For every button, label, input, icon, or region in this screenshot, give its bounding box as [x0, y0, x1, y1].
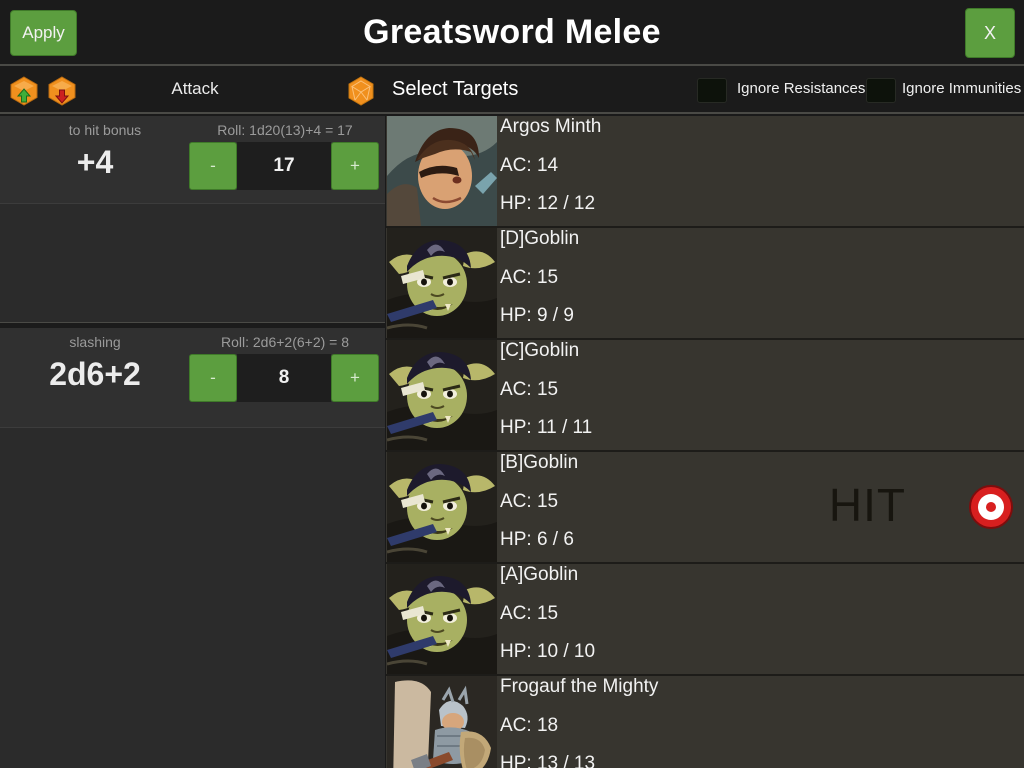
d20-icon[interactable] — [346, 76, 376, 106]
target-name: [A]Goblin — [500, 564, 579, 585]
d20-disadvantage-icon[interactable] — [46, 76, 78, 106]
attack-decrement-button[interactable]: - — [189, 142, 237, 190]
table-row[interactable]: Frogauf the Mighty AC: 18 HP: 13 / 13 — [386, 676, 1024, 768]
ignore-immunities-checkbox[interactable] — [866, 78, 896, 103]
target-hp: HP: 11 / 11 — [500, 417, 593, 438]
roll-panel: to hit bonus +4 Roll: 1d20(13)+4 = 17 - … — [0, 116, 385, 768]
target-marker-icon[interactable] — [968, 484, 1014, 530]
damage-decrement-button[interactable]: - — [189, 354, 237, 402]
goblin-portrait — [387, 340, 497, 450]
ignore-resistances-checkbox[interactable] — [697, 78, 727, 103]
target-name: [B]Goblin — [500, 452, 579, 473]
ignore-resistances-label: Ignore Resistances — [737, 80, 866, 97]
attack-roll-row: to hit bonus +4 Roll: 1d20(13)+4 = 17 - … — [0, 116, 385, 204]
attack-result-value[interactable]: 17 — [237, 142, 331, 190]
goblin-portrait — [387, 564, 497, 674]
attack-result-stepper: - 17 + — [189, 142, 379, 190]
title-bar: Apply Greatsword Melee X — [0, 0, 1024, 66]
target-name: Argos Minth — [500, 116, 602, 137]
damage-type-label: slashing — [69, 334, 121, 350]
status-badge: HIT — [828, 479, 906, 531]
target-ac: AC: 14 — [500, 155, 559, 176]
damage-increment-button[interactable]: + — [331, 354, 379, 402]
target-ac: AC: 15 — [500, 379, 559, 400]
table-row[interactable]: [A]Goblin AC: 15 HP: 10 / 10 — [386, 564, 1024, 676]
target-list[interactable]: Argos Minth AC: 14 HP: 12 / 12 [D]Goblin AC… — [386, 116, 1024, 768]
attack-increment-button[interactable]: + — [331, 142, 379, 190]
table-row[interactable]: [D]Goblin AC: 15 HP: 9 / 9 — [386, 228, 1024, 340]
hero-portrait — [387, 116, 497, 226]
target-hp: HP: 10 / 10 — [500, 641, 596, 662]
damage-roll-text: Roll: 2d6+2(6+2) = 8 — [220, 334, 350, 350]
goblin-portrait — [387, 340, 497, 450]
target-name: [D]Goblin — [500, 228, 580, 249]
damage-extra-area — [0, 429, 385, 768]
attack-roll-text: Roll: 1d20(13)+4 = 17 — [217, 122, 353, 138]
target-ac: AC: 18 — [500, 715, 559, 736]
target-name: [C]Goblin — [500, 340, 580, 361]
target-hp: HP: 9 / 9 — [500, 305, 574, 326]
attack-dialog: Apply Greatsword Melee X Attack Select T… — [0, 0, 1024, 768]
d20-advantage-icon[interactable] — [8, 76, 40, 106]
attack-extra-area — [0, 205, 385, 322]
goblin-portrait — [387, 228, 497, 338]
goblin-portrait — [387, 452, 497, 562]
goblin-portrait — [387, 228, 497, 338]
goblin-portrait — [387, 564, 497, 674]
target-hp: HP: 13 / 13 — [500, 753, 596, 768]
target-ac: AC: 15 — [500, 267, 559, 288]
damage-result-value[interactable]: 8 — [237, 354, 331, 402]
damage-formula-value: 2d6+2 — [49, 356, 141, 392]
damage-result-stepper: - 8 + — [189, 354, 379, 402]
close-button[interactable]: X — [965, 8, 1015, 58]
goblin-portrait — [387, 452, 497, 562]
attack-section-label: Attack — [171, 79, 219, 98]
page-title: Greatsword Melee — [363, 13, 661, 51]
to-hit-bonus-value: +4 — [76, 144, 114, 180]
target-hp: HP: 12 / 12 — [500, 193, 596, 214]
table-row[interactable]: [B]Goblin AC: 15 HP: 6 / 6 HIT — [386, 452, 1024, 564]
ignore-immunities-label: Ignore Immunities — [902, 80, 1022, 97]
table-row[interactable]: Argos Minth AC: 14 HP: 12 / 12 — [386, 116, 1024, 228]
target-ac: AC: 15 — [500, 603, 559, 624]
target-ac: AC: 15 — [500, 491, 559, 512]
action-toolbar: Attack Select Targets Ignore Resistances… — [0, 66, 1024, 114]
table-row[interactable]: [C]Goblin AC: 15 HP: 11 / 11 — [386, 340, 1024, 452]
select-targets-label: Select Targets — [392, 78, 519, 100]
apply-button[interactable]: Apply — [10, 10, 77, 56]
target-hp: HP: 6 / 6 — [500, 529, 574, 550]
dwarf-portrait — [387, 676, 497, 768]
damage-roll-row: slashing 2d6+2 Roll: 2d6+2(6+2) = 8 - 8 … — [0, 328, 385, 428]
to-hit-bonus-label: to hit bonus — [68, 122, 142, 138]
hero-portrait — [387, 116, 497, 226]
target-name: Frogauf the Mighty — [500, 676, 659, 697]
dwarf-portrait — [387, 676, 497, 768]
